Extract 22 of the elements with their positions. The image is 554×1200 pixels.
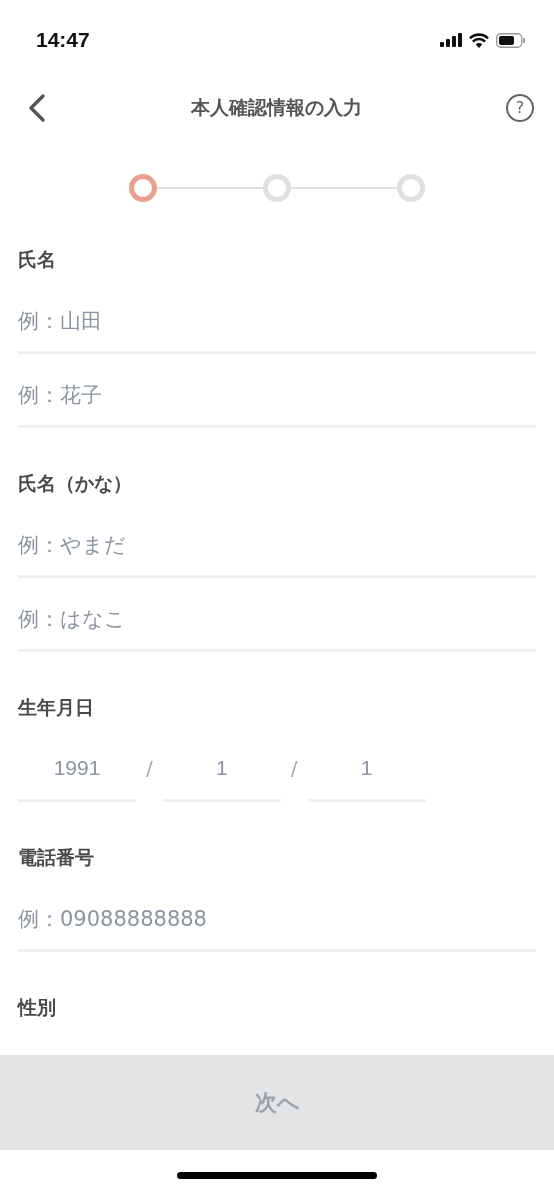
help-button[interactable]: ? [506, 93, 534, 122]
back-icon[interactable] [28, 92, 46, 123]
date-separator: / [146, 755, 153, 780]
input-field[interactable]: 例：花子 [18, 354, 536, 428]
date-field[interactable]: 1 [307, 728, 426, 802]
field-label: 氏名（かな） [18, 471, 133, 496]
screen-title: 本人確認情報の入力 [190, 94, 362, 120]
field-label: 電話番号 [18, 845, 95, 870]
input-field[interactable]: 例：山田 [18, 280, 536, 354]
input-field[interactable]: 例：やまだ [18, 504, 536, 578]
input-field[interactable]: 例：09088888888 [18, 878, 536, 952]
date-separator: / [290, 755, 298, 780]
field-label: 氏名 [18, 247, 57, 272]
input-field[interactable]: 例：はなこ [18, 578, 536, 652]
field-label: 生年月日 [18, 695, 95, 720]
wifi-icon [469, 32, 489, 48]
signal-icon [440, 33, 462, 47]
battery-icon [496, 32, 526, 48]
date-field[interactable]: 1 [162, 728, 281, 802]
date-field[interactable]: 1991 [18, 728, 136, 802]
status-time: 14:47 [36, 28, 90, 52]
field-label: 性別 [18, 995, 57, 1020]
